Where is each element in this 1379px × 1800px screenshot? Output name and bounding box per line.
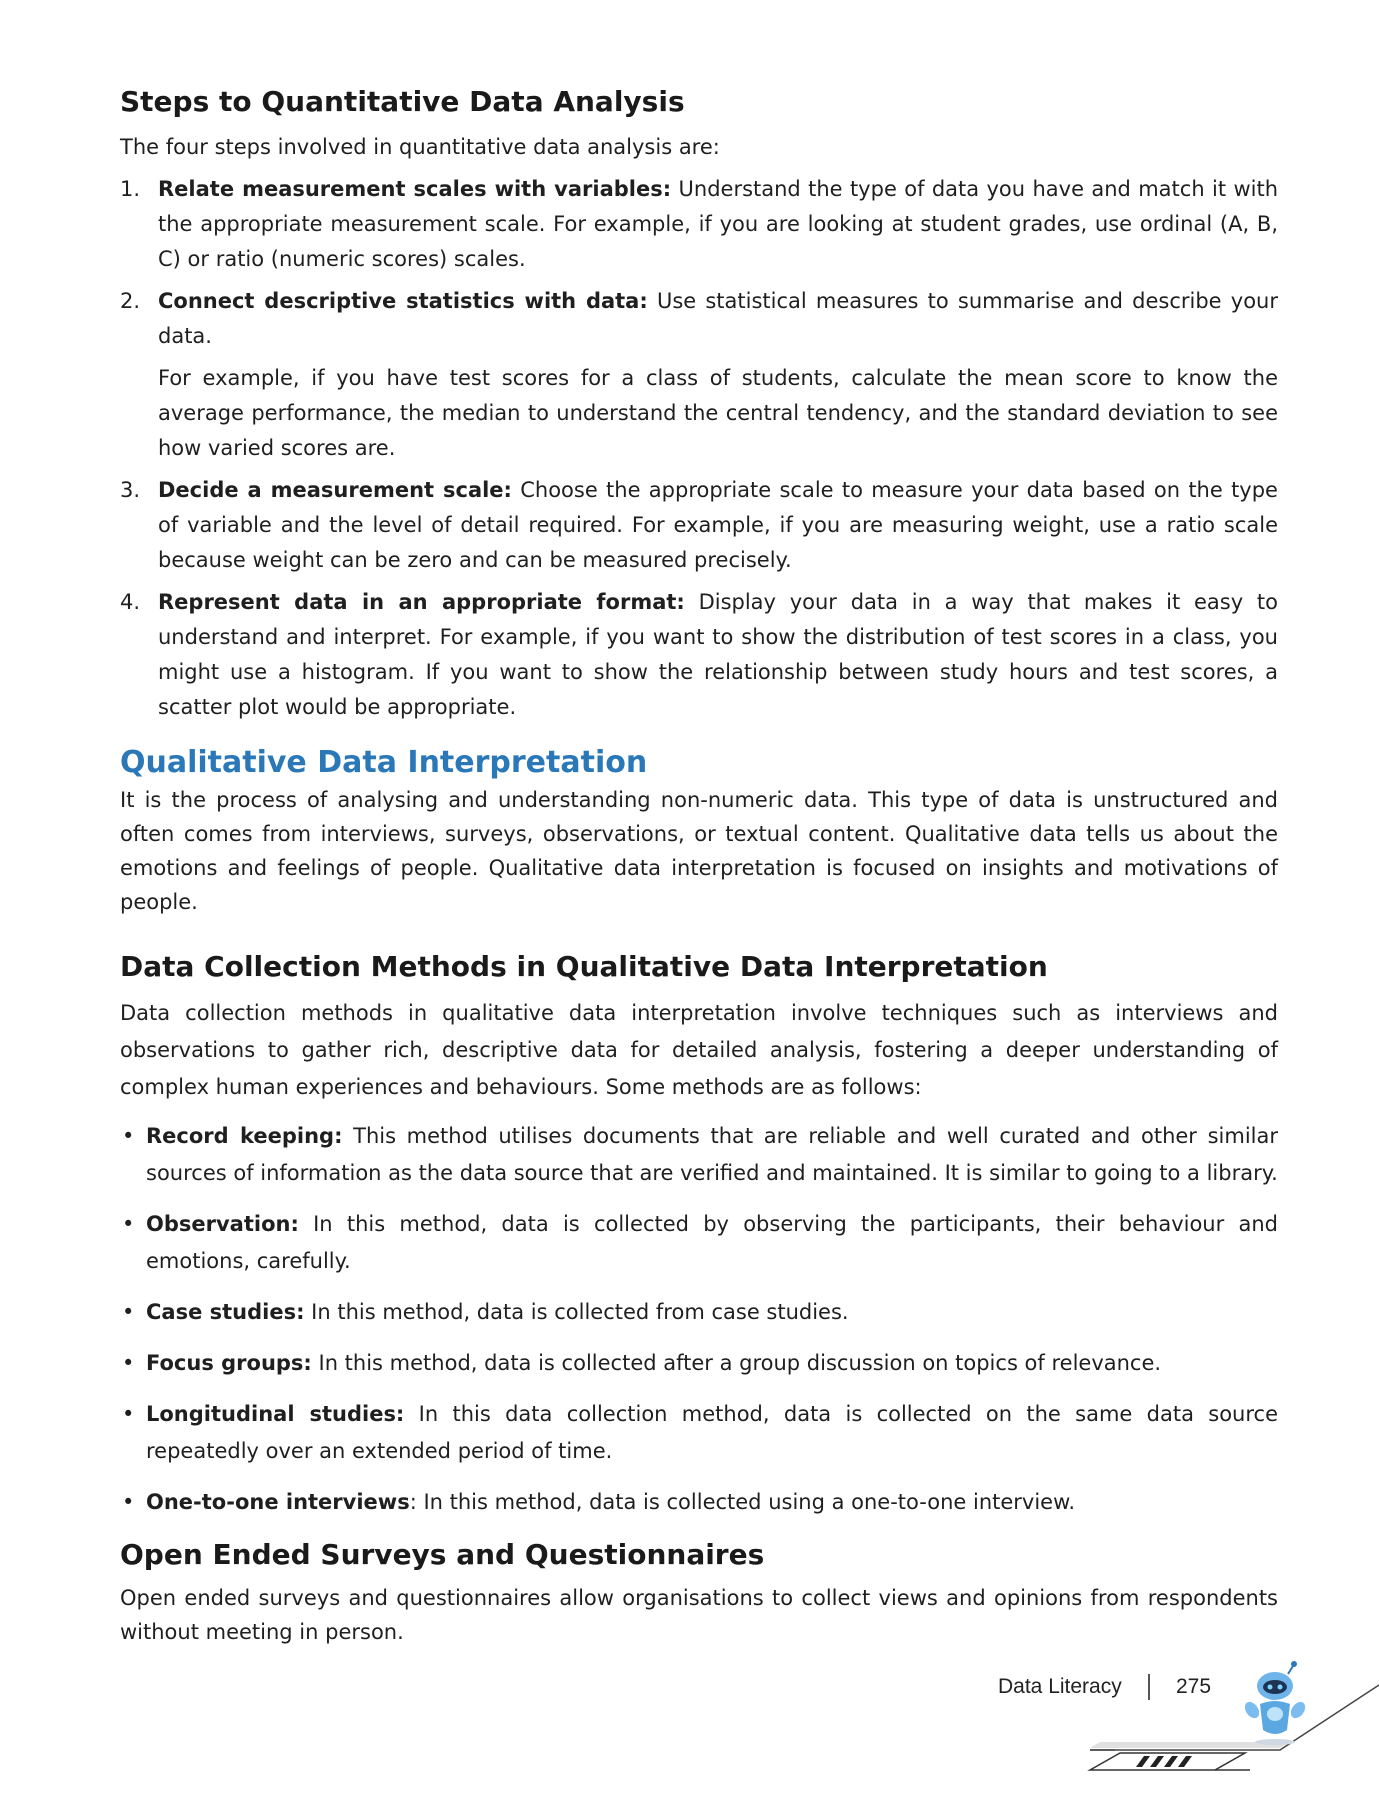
method-text: In this method, data is collected by obs… bbox=[146, 1212, 1278, 1273]
page-number: 275 bbox=[1176, 1675, 1212, 1698]
list-item: 2. Connect descriptive statistics with da… bbox=[120, 284, 1278, 466]
robot-mascot-icon bbox=[1244, 1661, 1306, 1745]
section-heading-open-ended: Open Ended Surveys and Questionnaires bbox=[120, 1538, 765, 1571]
bullet-icon: • bbox=[122, 1300, 135, 1324]
list-item: • Case studies: In this method, data is c… bbox=[120, 1294, 1278, 1331]
bullet-icon: • bbox=[122, 1490, 135, 1514]
list-item: • Observation: In this method, data is co… bbox=[120, 1206, 1278, 1280]
footer-divider bbox=[1148, 1674, 1150, 1700]
method-title: Record keeping: bbox=[146, 1124, 343, 1148]
list-item: • Longitudinal studies: In this data coll… bbox=[120, 1396, 1278, 1470]
section-heading-collection-methods: Data Collection Methods in Qualitative D… bbox=[120, 950, 1048, 983]
steps-list: 1. Relate measurement scales with variabl… bbox=[120, 172, 1278, 725]
list-item: 4. Represent data in an appropriate forma… bbox=[120, 585, 1278, 725]
collection-methods-body: Data collection methods in qualitative d… bbox=[120, 1001, 1278, 1099]
step-example: For example, if you have test scores for… bbox=[158, 366, 1278, 460]
bullet-icon: • bbox=[122, 1212, 135, 1236]
section-heading-quantitative-steps: Steps to Quantitative Data Analysis bbox=[120, 85, 685, 118]
bullet-icon: • bbox=[122, 1124, 135, 1148]
method-title: Case studies: bbox=[146, 1300, 305, 1324]
list-item: • Focus groups: In this method, data is c… bbox=[120, 1345, 1278, 1382]
footer-title: Data Literacy bbox=[998, 1675, 1122, 1698]
section-heading-qualitative: Qualitative Data Interpretation bbox=[120, 745, 648, 780]
method-text: : In this method, data is collected usin… bbox=[409, 1490, 1076, 1514]
list-item: 3. Decide a measurement scale: Choose the… bbox=[120, 473, 1278, 578]
method-text: In this method, data is collected after … bbox=[311, 1351, 1162, 1375]
step-title: Represent data in an appropriate format: bbox=[158, 590, 685, 614]
page-footer: Data Literacy 275 bbox=[980, 1650, 1379, 1800]
list-item: 1. Relate measurement scales with variabl… bbox=[120, 172, 1278, 277]
method-title: One-to-one interviews bbox=[146, 1490, 410, 1514]
step-number: 2. bbox=[120, 289, 141, 313]
step-title: Relate measurement scales with variables… bbox=[158, 177, 672, 201]
methods-list: • Record keeping: This method utilises do… bbox=[120, 1118, 1278, 1521]
steps-intro: The four steps involved in quantitative … bbox=[120, 135, 720, 159]
method-title: Focus groups: bbox=[146, 1351, 312, 1375]
step-title: Connect descriptive statistics with data… bbox=[158, 289, 648, 313]
bullet-icon: • bbox=[122, 1351, 135, 1375]
list-item: • Record keeping: This method utilises do… bbox=[120, 1118, 1278, 1192]
method-title: Longitudinal studies: bbox=[146, 1402, 405, 1426]
step-number: 4. bbox=[120, 590, 141, 614]
page-content: Steps to Quantitative Data Analysis The … bbox=[120, 82, 1278, 1649]
method-title: Observation: bbox=[146, 1212, 299, 1236]
step-title: Decide a measurement scale: bbox=[158, 478, 512, 502]
step-number: 3. bbox=[120, 478, 141, 502]
method-text: In this method, data is collected from c… bbox=[304, 1300, 849, 1324]
list-item: • One-to-one interviews: In this method, … bbox=[120, 1484, 1278, 1521]
bullet-icon: • bbox=[122, 1402, 135, 1426]
qualitative-body: It is the process of analysing and under… bbox=[120, 788, 1278, 914]
open-ended-body: Open ended surveys and questionnaires al… bbox=[120, 1586, 1278, 1644]
step-number: 1. bbox=[120, 177, 141, 201]
